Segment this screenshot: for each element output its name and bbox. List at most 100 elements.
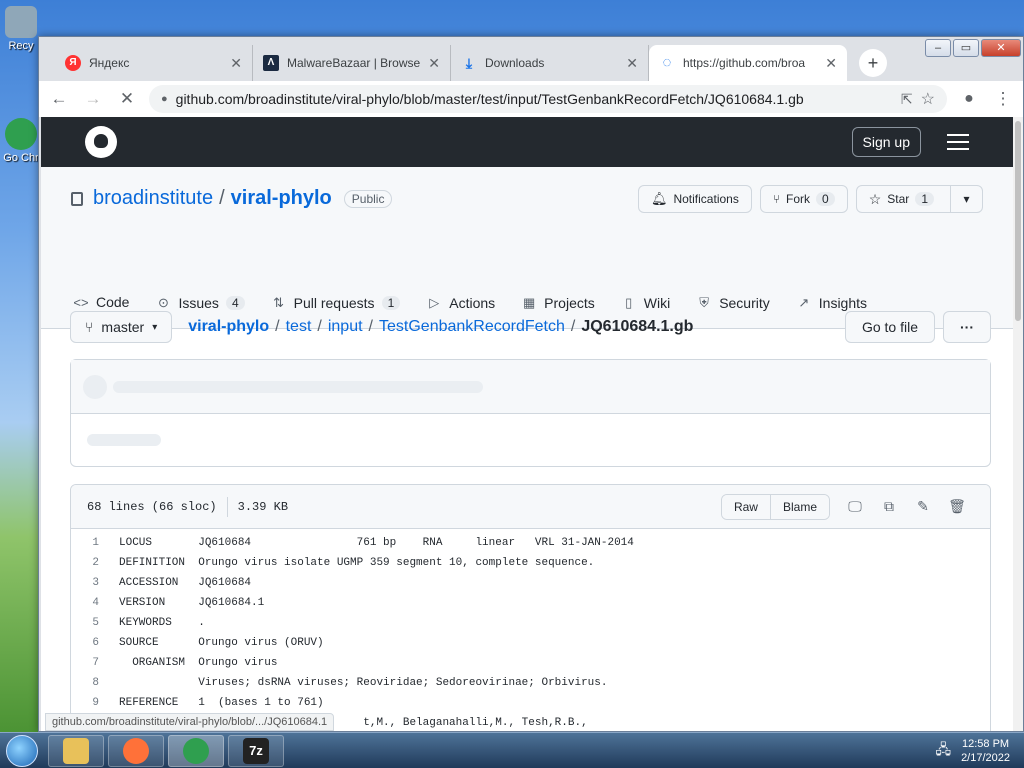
star-dropdown-caret-icon[interactable]: ▾ xyxy=(950,186,982,212)
copy-icon[interactable]: ⧉ xyxy=(872,499,906,515)
chrome-icon xyxy=(5,118,37,150)
star-label: Star xyxy=(887,192,910,206)
start-button[interactable] xyxy=(0,733,44,768)
7zip-icon: 7z xyxy=(243,737,269,764)
repo-owner-link[interactable]: broadinstitute xyxy=(93,187,213,210)
tab-close-icon[interactable]: ✕ xyxy=(428,55,440,72)
crumb-test-link[interactable]: test xyxy=(286,318,312,336)
file-name: JQ610684.1.gb xyxy=(581,318,694,335)
table-icon: ▦ xyxy=(523,295,536,310)
new-tab-button[interactable]: + xyxy=(859,49,887,77)
pull-requests-count: 1 xyxy=(381,296,401,310)
profile-avatar-icon[interactable]: ● xyxy=(957,90,981,108)
web-page: Sign up broadinstitute / viral-phylo Pub… xyxy=(41,117,1013,731)
branch-selector[interactable]: ⑂ master ▾ xyxy=(70,311,173,343)
raw-button[interactable]: Raw xyxy=(721,494,770,519)
fork-label: Fork xyxy=(786,192,811,206)
forward-button[interactable]: → xyxy=(81,89,105,109)
raw-blame-group: Raw Blame xyxy=(720,493,830,520)
tab-close-icon[interactable]: ✕ xyxy=(825,55,837,72)
star-button[interactable]: ☆ Star 1 ▾ xyxy=(855,185,983,213)
clock[interactable]: 12:58 PM 2/17/2022 xyxy=(961,737,1010,765)
taskbar-firefox[interactable] xyxy=(108,734,164,767)
github-logo-icon[interactable] xyxy=(85,126,117,158)
repo-name-link[interactable]: viral-phylo xyxy=(231,187,332,210)
page-scrollbar[interactable] xyxy=(1013,117,1023,731)
recycle-bin-icon xyxy=(5,6,37,38)
desktop-icon-chrome[interactable]: Go Chr xyxy=(0,118,42,164)
crumb-separator: / xyxy=(317,318,322,335)
desktop-icon[interactable]: 🖵︎ xyxy=(838,499,872,515)
line-count: 68 lines (66 sloc) xyxy=(87,499,217,514)
crumb-separator: / xyxy=(570,318,576,335)
tab-yandex[interactable]: Я Яндекс ✕ xyxy=(55,45,253,81)
crumb-input-link[interactable]: input xyxy=(328,318,363,336)
address-bar[interactable]: ● github.com/broadinstitute/viral-phylo/… xyxy=(149,85,947,113)
loading-spinner-icon: ◌ xyxy=(662,54,672,71)
repo-separator: / xyxy=(219,187,225,209)
hamburger-menu-icon[interactable] xyxy=(947,134,969,150)
line-number[interactable]: 5 xyxy=(71,617,111,629)
tab-label: Insights xyxy=(818,295,868,311)
sign-up-button[interactable]: Sign up xyxy=(851,127,921,157)
tab-label: Actions xyxy=(449,295,496,311)
maximize-button[interactable]: ▭ xyxy=(953,39,979,57)
code-line: 4 VERSION JQ610684.1 xyxy=(71,593,990,613)
loading-skeleton xyxy=(70,359,991,467)
lock-icon: ● xyxy=(161,93,168,105)
chevron-down-icon: ▾ xyxy=(152,321,158,333)
divider xyxy=(226,496,228,517)
minimize-button[interactable]: – xyxy=(925,39,951,57)
taskbar-explorer[interactable] xyxy=(48,734,104,767)
tab-github[interactable]: ◌ https://github.com/broa ✕ xyxy=(649,45,847,81)
fork-icon: ⑂ xyxy=(772,192,781,206)
tab-close-icon[interactable]: ✕ xyxy=(230,55,242,72)
share-icon[interactable]: ⇱ xyxy=(901,91,913,108)
go-to-file-button[interactable]: Go to file xyxy=(844,311,935,343)
pencil-icon[interactable]: ✎ xyxy=(906,499,940,515)
taskbar-chrome[interactable] xyxy=(168,734,224,767)
pull-request-icon: ⇅ xyxy=(273,295,285,310)
line-content: VERSION JQ610684.1 xyxy=(119,597,265,609)
network-icon[interactable]: 🖧︎ xyxy=(935,739,951,763)
more-options-button[interactable]: ··· xyxy=(943,311,991,343)
desktop-icon-recycle-bin[interactable]: Recy xyxy=(0,6,42,52)
crumb-repo-link[interactable]: viral-phylo xyxy=(188,318,269,336)
tab-close-icon[interactable]: ✕ xyxy=(626,55,638,72)
taskbar-7zip[interactable]: 7z xyxy=(228,734,284,767)
blame-button[interactable]: Blame xyxy=(769,494,829,519)
crumb-separator: / xyxy=(368,318,373,335)
scrollbar-thumb[interactable] xyxy=(1015,121,1021,321)
line-number[interactable]: 3 xyxy=(71,577,111,589)
tab-downloads[interactable]: ⤓ Downloads ✕ xyxy=(451,45,649,81)
line-number[interactable]: 6 xyxy=(71,637,111,649)
line-number[interactable]: 1 xyxy=(71,537,111,549)
repo-header: broadinstitute / viral-phylo Public 🔔︎ N… xyxy=(41,167,1013,329)
notifications-button[interactable]: 🔔︎ Notifications xyxy=(637,185,752,213)
line-content: ORGANISM Orungo virus xyxy=(119,657,278,669)
trash-icon[interactable]: 🗑︎ xyxy=(940,499,974,515)
crumb-folder-link[interactable]: TestGenbankRecordFetch xyxy=(379,318,565,336)
line-number[interactable]: 7 xyxy=(71,657,111,669)
back-button[interactable]: ← xyxy=(47,89,71,109)
url-text[interactable]: github.com/broadinstitute/viral-phylo/bl… xyxy=(176,91,893,107)
file-size: 3.39 KB xyxy=(237,499,289,514)
star-icon: ☆ xyxy=(868,190,882,207)
stop-loading-button[interactable]: ✕ xyxy=(115,89,139,109)
tab-label: Security xyxy=(719,295,770,311)
line-number[interactable]: 2 xyxy=(71,557,111,569)
repo-icon xyxy=(71,191,83,206)
line-number[interactable]: 4 xyxy=(71,597,111,609)
line-number[interactable]: 9 xyxy=(71,697,111,709)
fork-button[interactable]: ⑂ Fork 0 xyxy=(759,185,848,213)
line-content: DEFINITION Orungo virus isolate UGMP 359… xyxy=(119,557,595,569)
code-lines: 1 LOCUS JQ610684 761 bp RNA linear VRL 31… xyxy=(71,529,990,731)
menu-kebab-icon[interactable]: ⋮ xyxy=(991,89,1015,109)
line-number[interactable]: 8 xyxy=(71,677,111,689)
bookmark-star-icon[interactable]: ☆ xyxy=(921,89,935,109)
code-line: 2 DEFINITION Orungo virus isolate UGMP 35… xyxy=(71,553,990,573)
issues-count: 4 xyxy=(225,296,245,310)
tab-malwarebazaar[interactable]: Λ MalwareBazaar | Browse ✕ xyxy=(253,45,451,81)
line-content: REFERENCE 1 (bases 1 to 761) xyxy=(119,697,324,709)
close-button[interactable]: ✕ xyxy=(981,39,1021,57)
